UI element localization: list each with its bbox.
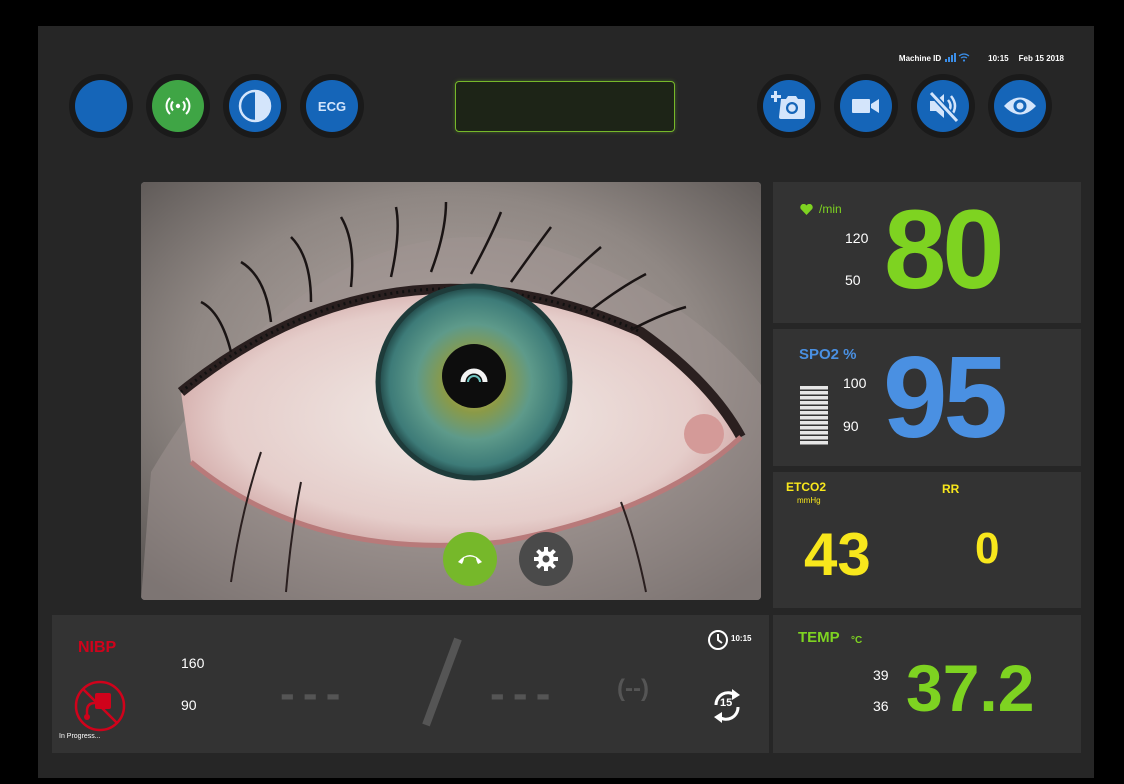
ecg-button[interactable]: ECG xyxy=(300,74,364,138)
signal-icon xyxy=(944,53,970,64)
spo2-label: SPO2 % xyxy=(799,346,857,363)
video-button[interactable] xyxy=(834,74,898,138)
etco2-panel: ETCO2 mmHg 43 RR 0 xyxy=(773,472,1081,608)
temp-value: 37.2 xyxy=(906,651,1035,725)
spo2-high-limit: 100 xyxy=(843,375,867,391)
mute-button[interactable] xyxy=(911,74,975,138)
end-call-button[interactable] xyxy=(443,532,497,586)
cuff-disabled-icon xyxy=(74,680,126,732)
nibp-panel: NIBP 160 90 In Progress... - - - - - - (… xyxy=(52,615,769,753)
status-time: 10:15 xyxy=(988,54,1009,63)
clock-icon xyxy=(708,630,728,650)
etco2-label: ETCO2 xyxy=(786,480,827,494)
add-camera-icon xyxy=(771,91,805,119)
heart-rate-high-limit: 120 xyxy=(845,230,869,246)
wireless-icon xyxy=(165,97,191,115)
blank-button[interactable] xyxy=(69,74,133,138)
nibp-divider xyxy=(422,637,462,727)
heart-rate-unit: /min xyxy=(819,202,842,216)
status-bar: Machine ID 10:15 Feb 15 2018 xyxy=(899,53,1064,64)
wireless-button[interactable] xyxy=(146,74,210,138)
contrast-button[interactable] xyxy=(223,74,287,138)
video-feed xyxy=(141,182,761,600)
monitor-screen: Machine ID 10:15 Feb 15 2018 ECG /min 12… xyxy=(38,26,1094,778)
nibp-label: NIBP xyxy=(78,639,117,656)
temp-unit: °C xyxy=(851,635,863,646)
nibp-systolic-value: - - - xyxy=(280,669,340,718)
view-button[interactable] xyxy=(988,74,1052,138)
nibp-mean-value: (--) xyxy=(617,675,649,702)
phone-hangup-icon xyxy=(458,555,482,564)
message-display xyxy=(455,81,675,132)
heart-rate-panel: /min 120 50 80 xyxy=(773,182,1081,323)
nibp-diastolic-value: - - - xyxy=(490,669,550,718)
nibp-low-limit: 90 xyxy=(181,697,197,713)
rr-label: RR xyxy=(942,482,960,496)
machine-id-label: Machine ID xyxy=(898,54,942,63)
nibp-cuff-button[interactable] xyxy=(73,679,127,738)
spo2-value: 95 xyxy=(883,332,1008,462)
nibp-status: In Progress... xyxy=(59,733,101,740)
temp-panel: TEMP °C 39 36 37.2 xyxy=(773,615,1081,753)
nibp-high-limit: 160 xyxy=(181,655,205,671)
volume-off-icon xyxy=(928,90,960,123)
video-camera-icon xyxy=(852,99,879,113)
heart-rate-low-limit: 50 xyxy=(845,272,861,288)
spo2-low-limit: 90 xyxy=(843,418,859,434)
snapshot-button[interactable] xyxy=(757,74,821,138)
etco2-value: 43 xyxy=(804,521,871,588)
nibp-interval-button[interactable]: 15 xyxy=(706,685,748,727)
spo2-panel: SPO2 % 100 90 95 xyxy=(773,329,1081,466)
nibp-time: 10:15 xyxy=(731,634,752,643)
temp-low-limit: 36 xyxy=(873,698,889,714)
heart-icon xyxy=(800,204,813,215)
temp-high-limit: 39 xyxy=(873,667,889,683)
ecg-label: ECG xyxy=(317,98,347,114)
status-date: Feb 15 2018 xyxy=(1018,54,1064,63)
heart-rate-value: 80 xyxy=(884,187,1005,312)
eye-camera-image xyxy=(141,182,761,600)
contrast-icon xyxy=(238,89,272,123)
rr-value: 0 xyxy=(975,524,1000,573)
video-settings-button[interactable] xyxy=(519,532,573,586)
nibp-interval: 15 xyxy=(720,697,733,709)
etco2-unit: mmHg xyxy=(797,496,821,505)
spo2-bar-graph xyxy=(800,386,828,445)
temp-label: TEMP xyxy=(798,629,840,646)
eye-icon xyxy=(1004,97,1036,115)
gear-icon xyxy=(534,547,558,571)
